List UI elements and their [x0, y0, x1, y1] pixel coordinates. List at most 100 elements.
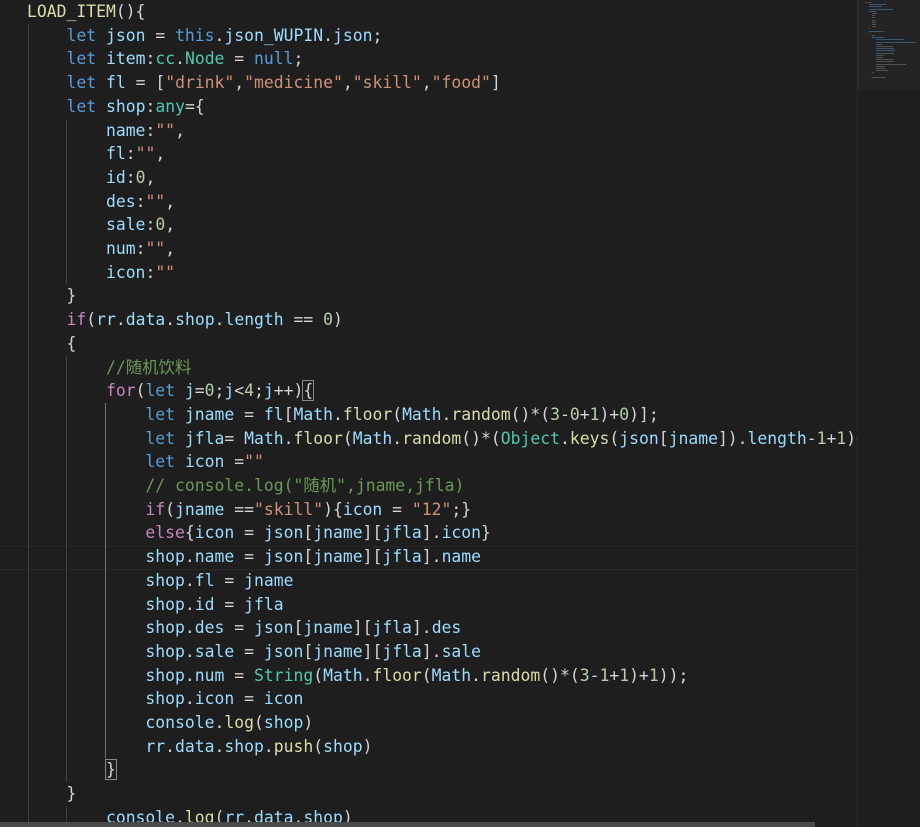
code-token: json [263, 641, 304, 661]
minimap-slider[interactable] [857, 0, 920, 90]
code-token: ][ [362, 547, 383, 567]
horizontal-scrollbar[interactable] [0, 822, 815, 827]
code-token: ][ [352, 618, 373, 638]
code-line: console.log(shop) [27, 711, 313, 735]
code-token: = [234, 641, 264, 661]
code-token: . [175, 49, 185, 69]
code-token: , [342, 73, 353, 93]
code-token: 4 [244, 381, 255, 401]
minimap-line [872, 13, 877, 14]
code-token: fl [263, 404, 284, 424]
minimap-line [875, 63, 907, 65]
code-token: keys [569, 428, 610, 448]
minimap-line [875, 52, 895, 54]
code-line: fl:"", [27, 142, 165, 166]
code-editor[interactable]: LOAD_ITEM(){ let json = this.json_WUPIN.… [0, 0, 857, 827]
code-token: shop [175, 310, 215, 330]
code-token: . [165, 310, 176, 330]
code-token: fl [194, 570, 215, 590]
code-token: } [481, 523, 491, 543]
code-line: else{icon = json[jname][jfla].icon} [27, 521, 491, 545]
code-token: json [254, 618, 294, 638]
code-token: name [441, 547, 482, 567]
code-token: . [214, 310, 225, 330]
code-token: 0 [155, 215, 166, 235]
code-token: jname [313, 523, 363, 543]
code-token: . [214, 713, 225, 732]
code-token: { [302, 380, 315, 402]
minimap-line [872, 76, 886, 78]
minimap-line [875, 43, 883, 45]
code-token: - [806, 428, 817, 448]
code-token: . [184, 547, 195, 567]
code-token: . [165, 736, 176, 756]
code-token: Math [293, 404, 333, 424]
code-token: } [66, 784, 77, 804]
code-token: ()*( [510, 404, 551, 424]
code-token: . [263, 736, 274, 756]
code-token: shop [263, 713, 304, 732]
code-token: ]. [421, 641, 442, 661]
code-token: shop [224, 736, 264, 756]
code-token: , [165, 239, 176, 258]
code-token: ] [490, 73, 501, 93]
code-token: = [234, 689, 264, 709]
minimap-line [868, 30, 884, 32]
code-token: ++) [273, 381, 304, 401]
code-token: = [214, 594, 245, 614]
code-token: json [263, 523, 304, 543]
code-token: if [145, 499, 166, 519]
code-token: = [234, 404, 264, 424]
code-token: des [105, 191, 136, 211]
code-token: Math [402, 404, 442, 424]
code-token: . [214, 25, 225, 45]
code-token: shop [323, 736, 363, 756]
code-token: des [431, 618, 462, 638]
code-token: let [66, 49, 97, 69]
code-token: : [125, 144, 136, 164]
code-token: ( [609, 428, 620, 448]
code-token: = [224, 452, 245, 472]
code-token: floor [372, 665, 422, 685]
code-token: 1 [599, 665, 610, 685]
code-token: for [105, 381, 136, 401]
code-token: [ [283, 404, 294, 424]
code-token: icon [184, 452, 225, 472]
code-token: 0 [323, 310, 334, 330]
code-token: Node [184, 49, 225, 69]
code-token: , [421, 73, 432, 93]
code-token: )+ [846, 428, 857, 448]
code-token: id [105, 167, 126, 187]
code-token: data [175, 736, 215, 756]
minimap-line [875, 70, 889, 72]
code-token: . [283, 428, 294, 448]
code-line: rr.data.shop.push(shop) [27, 735, 372, 759]
minimap[interactable] [857, 0, 920, 827]
minimap-line [868, 4, 887, 6]
code-token: shop [145, 641, 185, 661]
code-token: : [145, 49, 156, 69]
code-line: { [27, 332, 76, 356]
code-token: let [66, 25, 97, 45]
minimap-line [868, 74, 870, 76]
code-token: jname [244, 570, 294, 590]
minimap-line [868, 32, 870, 34]
code-token: name [105, 120, 146, 140]
code-line: if(rr.data.shop.length == 0) [27, 308, 342, 332]
code-token: icon [105, 262, 146, 282]
code-token: , [155, 144, 166, 164]
code-token: . [471, 665, 482, 685]
code-token: shop [145, 570, 185, 590]
